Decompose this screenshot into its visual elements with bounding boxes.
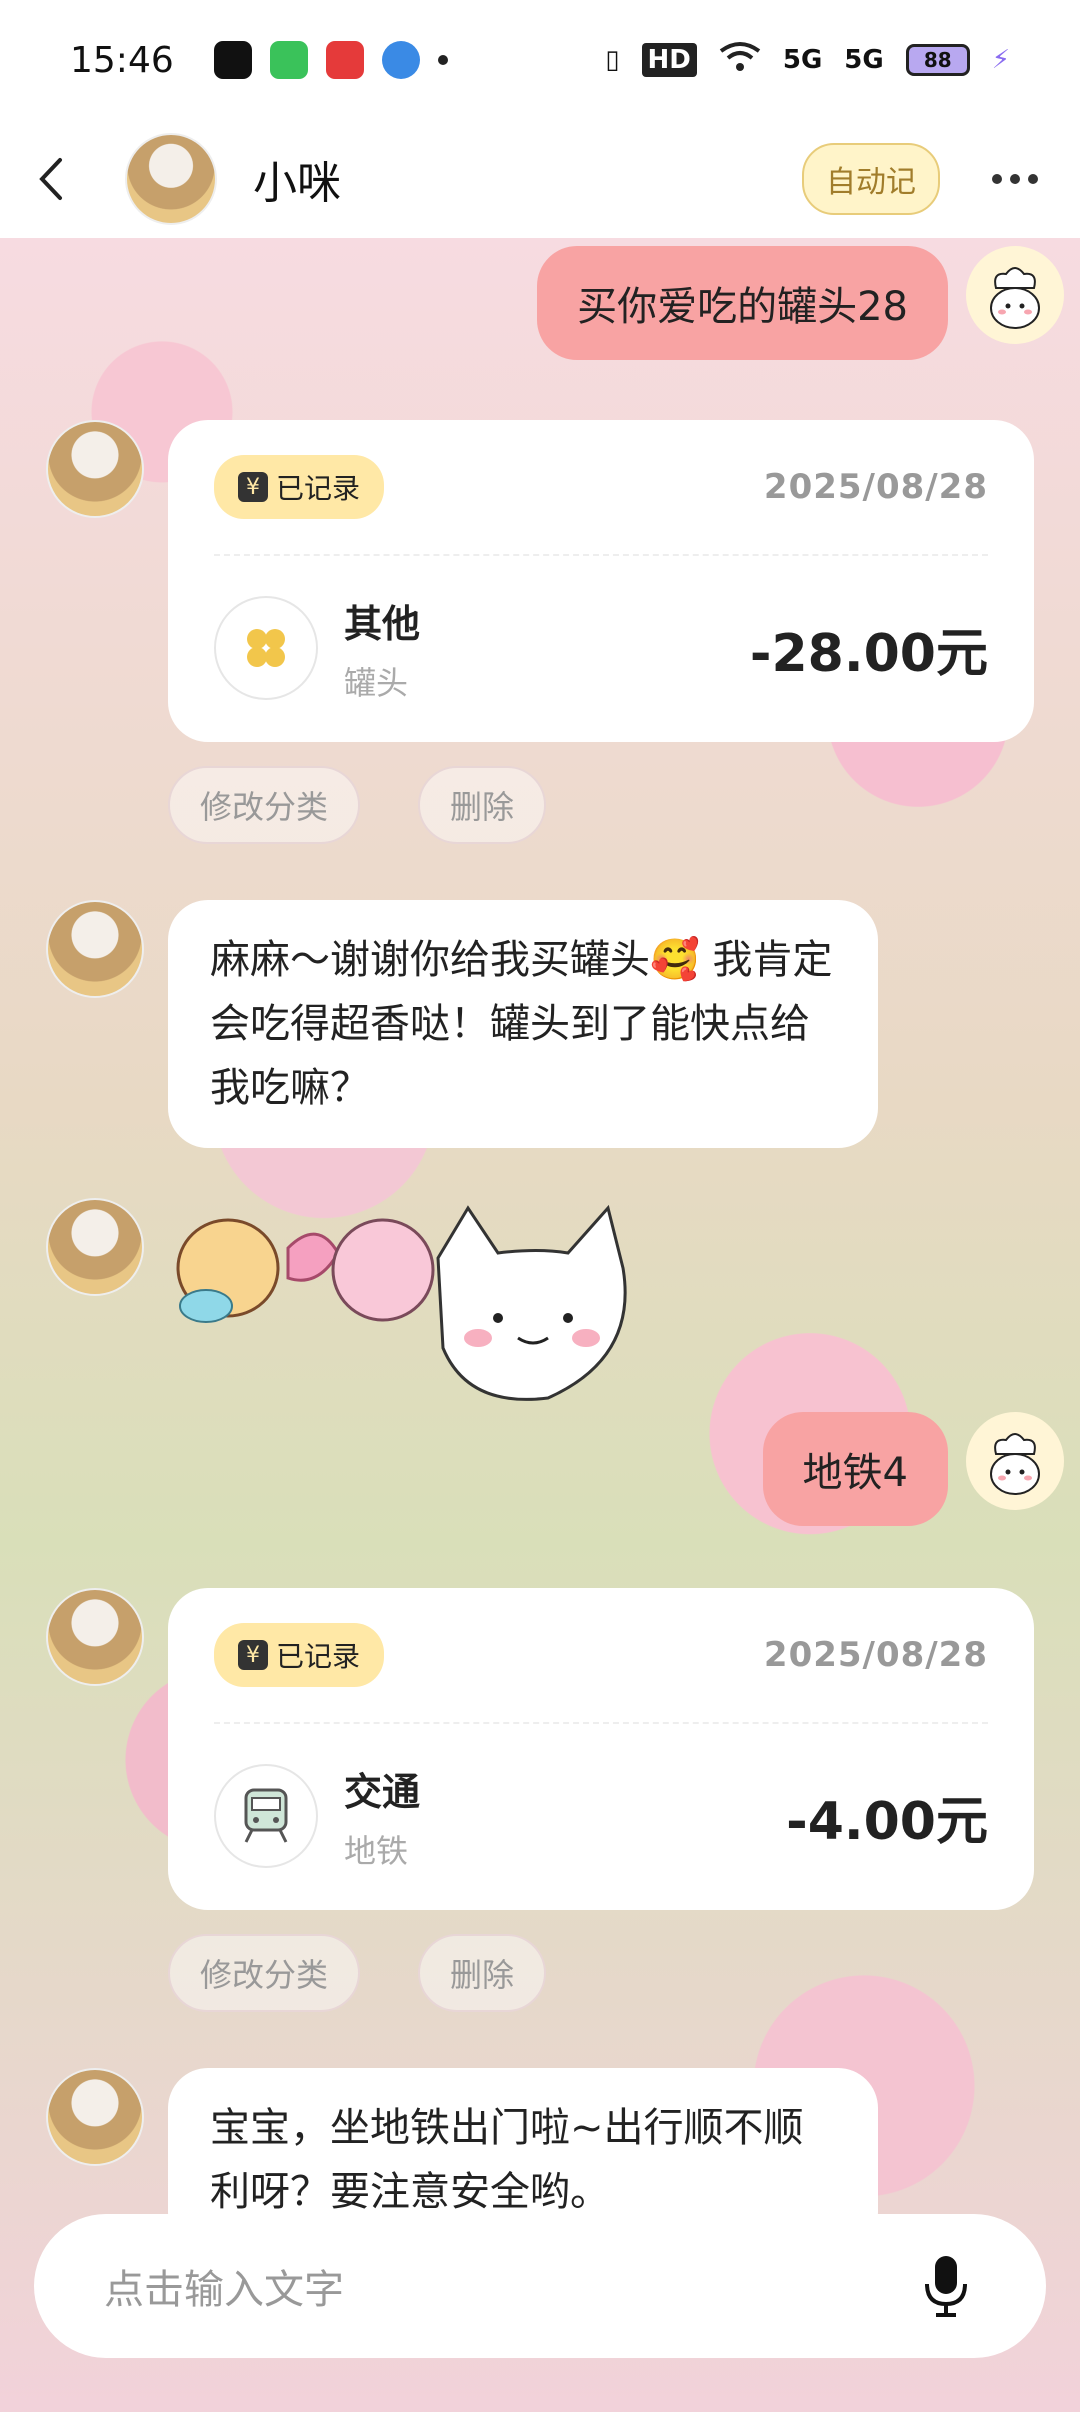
card-body: 交通 地铁 -4.00元 — [214, 1724, 988, 1908]
yen-icon: ¥ — [238, 472, 268, 502]
pet-avatar[interactable] — [46, 1588, 144, 1686]
signal-2-label: 5G — [844, 45, 884, 75]
auto-record-button[interactable]: 自动记 — [802, 143, 940, 215]
pet-avatar[interactable] — [46, 900, 144, 998]
expense-record-card[interactable]: ¥ 已记录 2025/08/28 交通 地铁 -4.00元 — [168, 1588, 1034, 1910]
record-date: 2025/08/28 — [763, 467, 988, 507]
messages-icon — [269, 41, 308, 79]
status-app-icons — [213, 41, 448, 79]
category-text: 其他 罐头 — [344, 593, 420, 704]
category-note: 地铁 — [344, 1831, 409, 1870]
yen-icon: ¥ — [238, 1640, 268, 1670]
expense-amount: -4.00元 — [786, 1791, 988, 1852]
pet-avatar[interactable] — [46, 2068, 144, 2166]
card-header: ¥ 已记录 2025/08/28 — [214, 1588, 988, 1724]
signal-1-label: 5G — [782, 45, 823, 75]
charging-icon: ⚡ — [991, 45, 1010, 75]
expense-amount: -28.00元 — [749, 623, 988, 684]
message-input-bar[interactable]: 点击输入文字 — [34, 2214, 1046, 2358]
voice-input-button[interactable] — [916, 2251, 976, 2321]
recorded-badge-label: 已记录 — [276, 472, 361, 505]
red-app-icon — [325, 41, 364, 79]
hd-label: HD — [641, 43, 697, 77]
pet-reply-bubble[interactable]: 麻麻～谢谢你给我买罐头🥰 我肯定会吃得超香哒！罐头到了能快点给我吃嘛？ — [168, 900, 878, 1148]
bear-pig-cat-sticker-icon — [176, 1204, 627, 1401]
blue-app-icon — [381, 41, 420, 79]
vibrate-icon: ▯ — [605, 45, 620, 75]
chat-header: 小咪 自动记 — [0, 120, 1080, 238]
category-name: 交通 — [344, 1769, 421, 1814]
category-note: 罐头 — [344, 663, 409, 702]
record-date: 2025/08/28 — [763, 1635, 988, 1675]
recorded-badge: ¥ 已记录 — [214, 455, 385, 519]
category-icon — [214, 1764, 318, 1868]
user-message-bubble[interactable]: 买你爱吃的罐头28 — [537, 246, 948, 360]
microphone-icon — [925, 2256, 967, 2317]
train-icon — [244, 1788, 288, 1843]
card-header: ¥ 已记录 2025/08/28 — [214, 420, 988, 556]
user-avatar — [966, 246, 1064, 344]
chevron-left-icon — [39, 158, 62, 200]
user-avatar — [966, 1412, 1064, 1510]
more-icon-dot — [992, 174, 1002, 184]
delete-button[interactable]: 删除 — [418, 766, 547, 844]
more-button[interactable] — [980, 149, 1050, 209]
chef-avatar-icon — [990, 267, 1040, 329]
cute-animals-sticker[interactable] — [168, 1198, 688, 1468]
user-message-bubble[interactable]: 地铁4 — [762, 1412, 948, 1526]
wifi-icon — [719, 41, 761, 80]
more-icon-dot — [1028, 174, 1038, 184]
category-text: 交通 地铁 — [344, 1761, 420, 1872]
chat-title: 小咪 — [253, 158, 341, 209]
clover-icon — [247, 629, 285, 667]
recorded-badge-label: 已记录 — [276, 1640, 361, 1673]
status-bar: 15:46 ▯ HD 5G 5G 88 ⚡ — [0, 0, 1080, 120]
message-input[interactable]: 点击输入文字 — [104, 2257, 344, 2315]
back-button[interactable] — [30, 149, 70, 209]
more-icon-dot — [1010, 174, 1020, 184]
delete-button[interactable]: 删除 — [418, 1934, 547, 2012]
modify-category-button[interactable]: 修改分类 — [168, 1934, 361, 2012]
card-body: 其他 罐头 -28.00元 — [214, 556, 988, 740]
status-right: ▯ HD 5G 5G 88 ⚡ — [605, 41, 1010, 80]
pet-avatar[interactable] — [125, 133, 217, 225]
more-notifications-dot — [437, 55, 448, 65]
pet-avatar[interactable] — [46, 1198, 144, 1296]
tiktok-icon — [213, 41, 252, 79]
chef-avatar-icon — [990, 1433, 1040, 1495]
chat-area[interactable]: 买你爱吃的罐头28 ¥ 已记录 2025/08/28 其他 罐头 -28.00元… — [0, 238, 1080, 2412]
modify-category-button[interactable]: 修改分类 — [168, 766, 361, 844]
category-icon — [214, 596, 318, 700]
status-time: 15:46 — [70, 39, 174, 81]
battery-indicator: 88 — [905, 44, 970, 76]
expense-record-card[interactable]: ¥ 已记录 2025/08/28 其他 罐头 -28.00元 — [168, 420, 1034, 742]
category-name: 其他 — [344, 601, 421, 646]
pet-avatar[interactable] — [46, 420, 144, 518]
recorded-badge: ¥ 已记录 — [214, 1623, 385, 1687]
